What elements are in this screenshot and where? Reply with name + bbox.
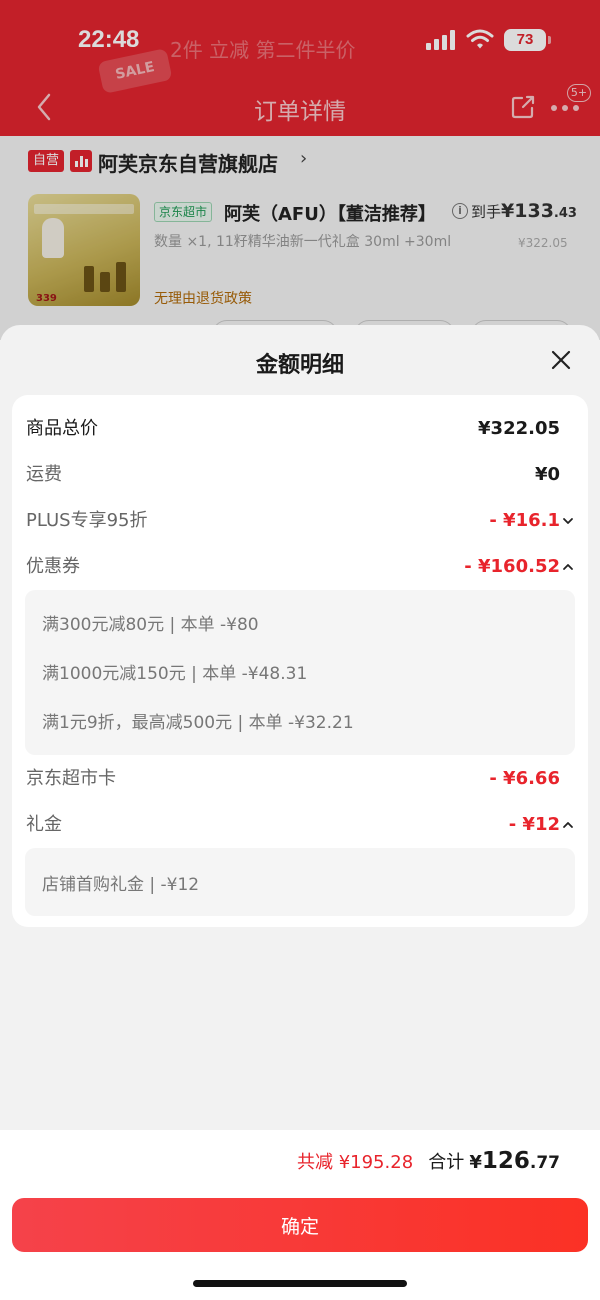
row-value: ¥0	[534, 464, 560, 485]
total-integer: 126	[481, 1148, 530, 1174]
row-label: 京东超市卡	[26, 768, 116, 789]
row-value: ¥322.05	[478, 418, 560, 439]
total-summary: 共减 ¥195.28 合计 ¥126.77	[297, 1148, 560, 1174]
row-shipping: 运费 ¥0	[26, 460, 574, 490]
row-total-goods: 商品总价 ¥322.05	[26, 414, 574, 444]
row-value: - ¥6.66	[489, 768, 560, 789]
coupon-item: 满300元减80元 | 本单 -¥80	[42, 615, 259, 635]
total-saved: 共减 ¥195.28	[296, 1152, 414, 1173]
chevron-down-icon[interactable]	[562, 515, 574, 527]
row-value: - ¥12	[508, 814, 560, 835]
row-supermarket-card: 京东超市卡 - ¥6.66	[26, 764, 574, 794]
order-detail-background: 2件 立减 第二件半价 SALE 22:48 73 订单详情 5+ 自营 阿芙京…	[0, 0, 600, 350]
row-value: - ¥160.52	[464, 556, 560, 577]
row-plus-discount[interactable]: PLUS专享95折 - ¥16.1	[26, 506, 574, 536]
close-icon[interactable]	[550, 349, 572, 371]
row-label: 商品总价	[26, 418, 98, 439]
row-value: - ¥16.1	[489, 510, 560, 531]
chevron-up-icon[interactable]	[562, 819, 574, 831]
row-label: 运费	[26, 464, 62, 485]
home-indicator[interactable]	[193, 1280, 407, 1287]
row-label: 优惠券	[26, 556, 80, 577]
amount-card: 商品总价 ¥322.05 运费 ¥0 PLUS专享95折 - ¥16.1 优惠券…	[12, 395, 588, 927]
chevron-up-icon[interactable]	[562, 561, 574, 573]
coupon-item: 满1000元减150元 | 本单 -¥48.31	[42, 664, 308, 684]
row-coupon[interactable]: 优惠券 - ¥160.52	[26, 552, 574, 582]
gift-detail-box: 店铺首购礼金 | -¥12	[25, 848, 575, 916]
total-amount: ¥126.77	[469, 1148, 560, 1174]
footer-bar: 共减 ¥195.28 合计 ¥126.77 确定	[0, 1130, 600, 1300]
row-label: 礼金	[26, 814, 62, 835]
row-gift[interactable]: 礼金 - ¥12	[26, 810, 574, 840]
dim-overlay[interactable]	[0, 0, 600, 340]
gift-item: 店铺首购礼金 | -¥12	[42, 875, 200, 895]
sheet-title: 金额明细	[255, 353, 344, 378]
total-currency: ¥	[469, 1152, 482, 1173]
coupon-detail-box: 满300元减80元 | 本单 -¥80 满1000元减150元 | 本单 -¥4…	[25, 590, 575, 755]
confirm-button[interactable]: 确定	[12, 1198, 588, 1252]
total-label: 合计	[428, 1152, 465, 1173]
total-decimal: .77	[529, 1153, 560, 1173]
coupon-item: 满1元9折，最高减500元 | 本单 -¥32.21	[42, 713, 354, 733]
row-label: PLUS专享95折	[26, 510, 148, 531]
